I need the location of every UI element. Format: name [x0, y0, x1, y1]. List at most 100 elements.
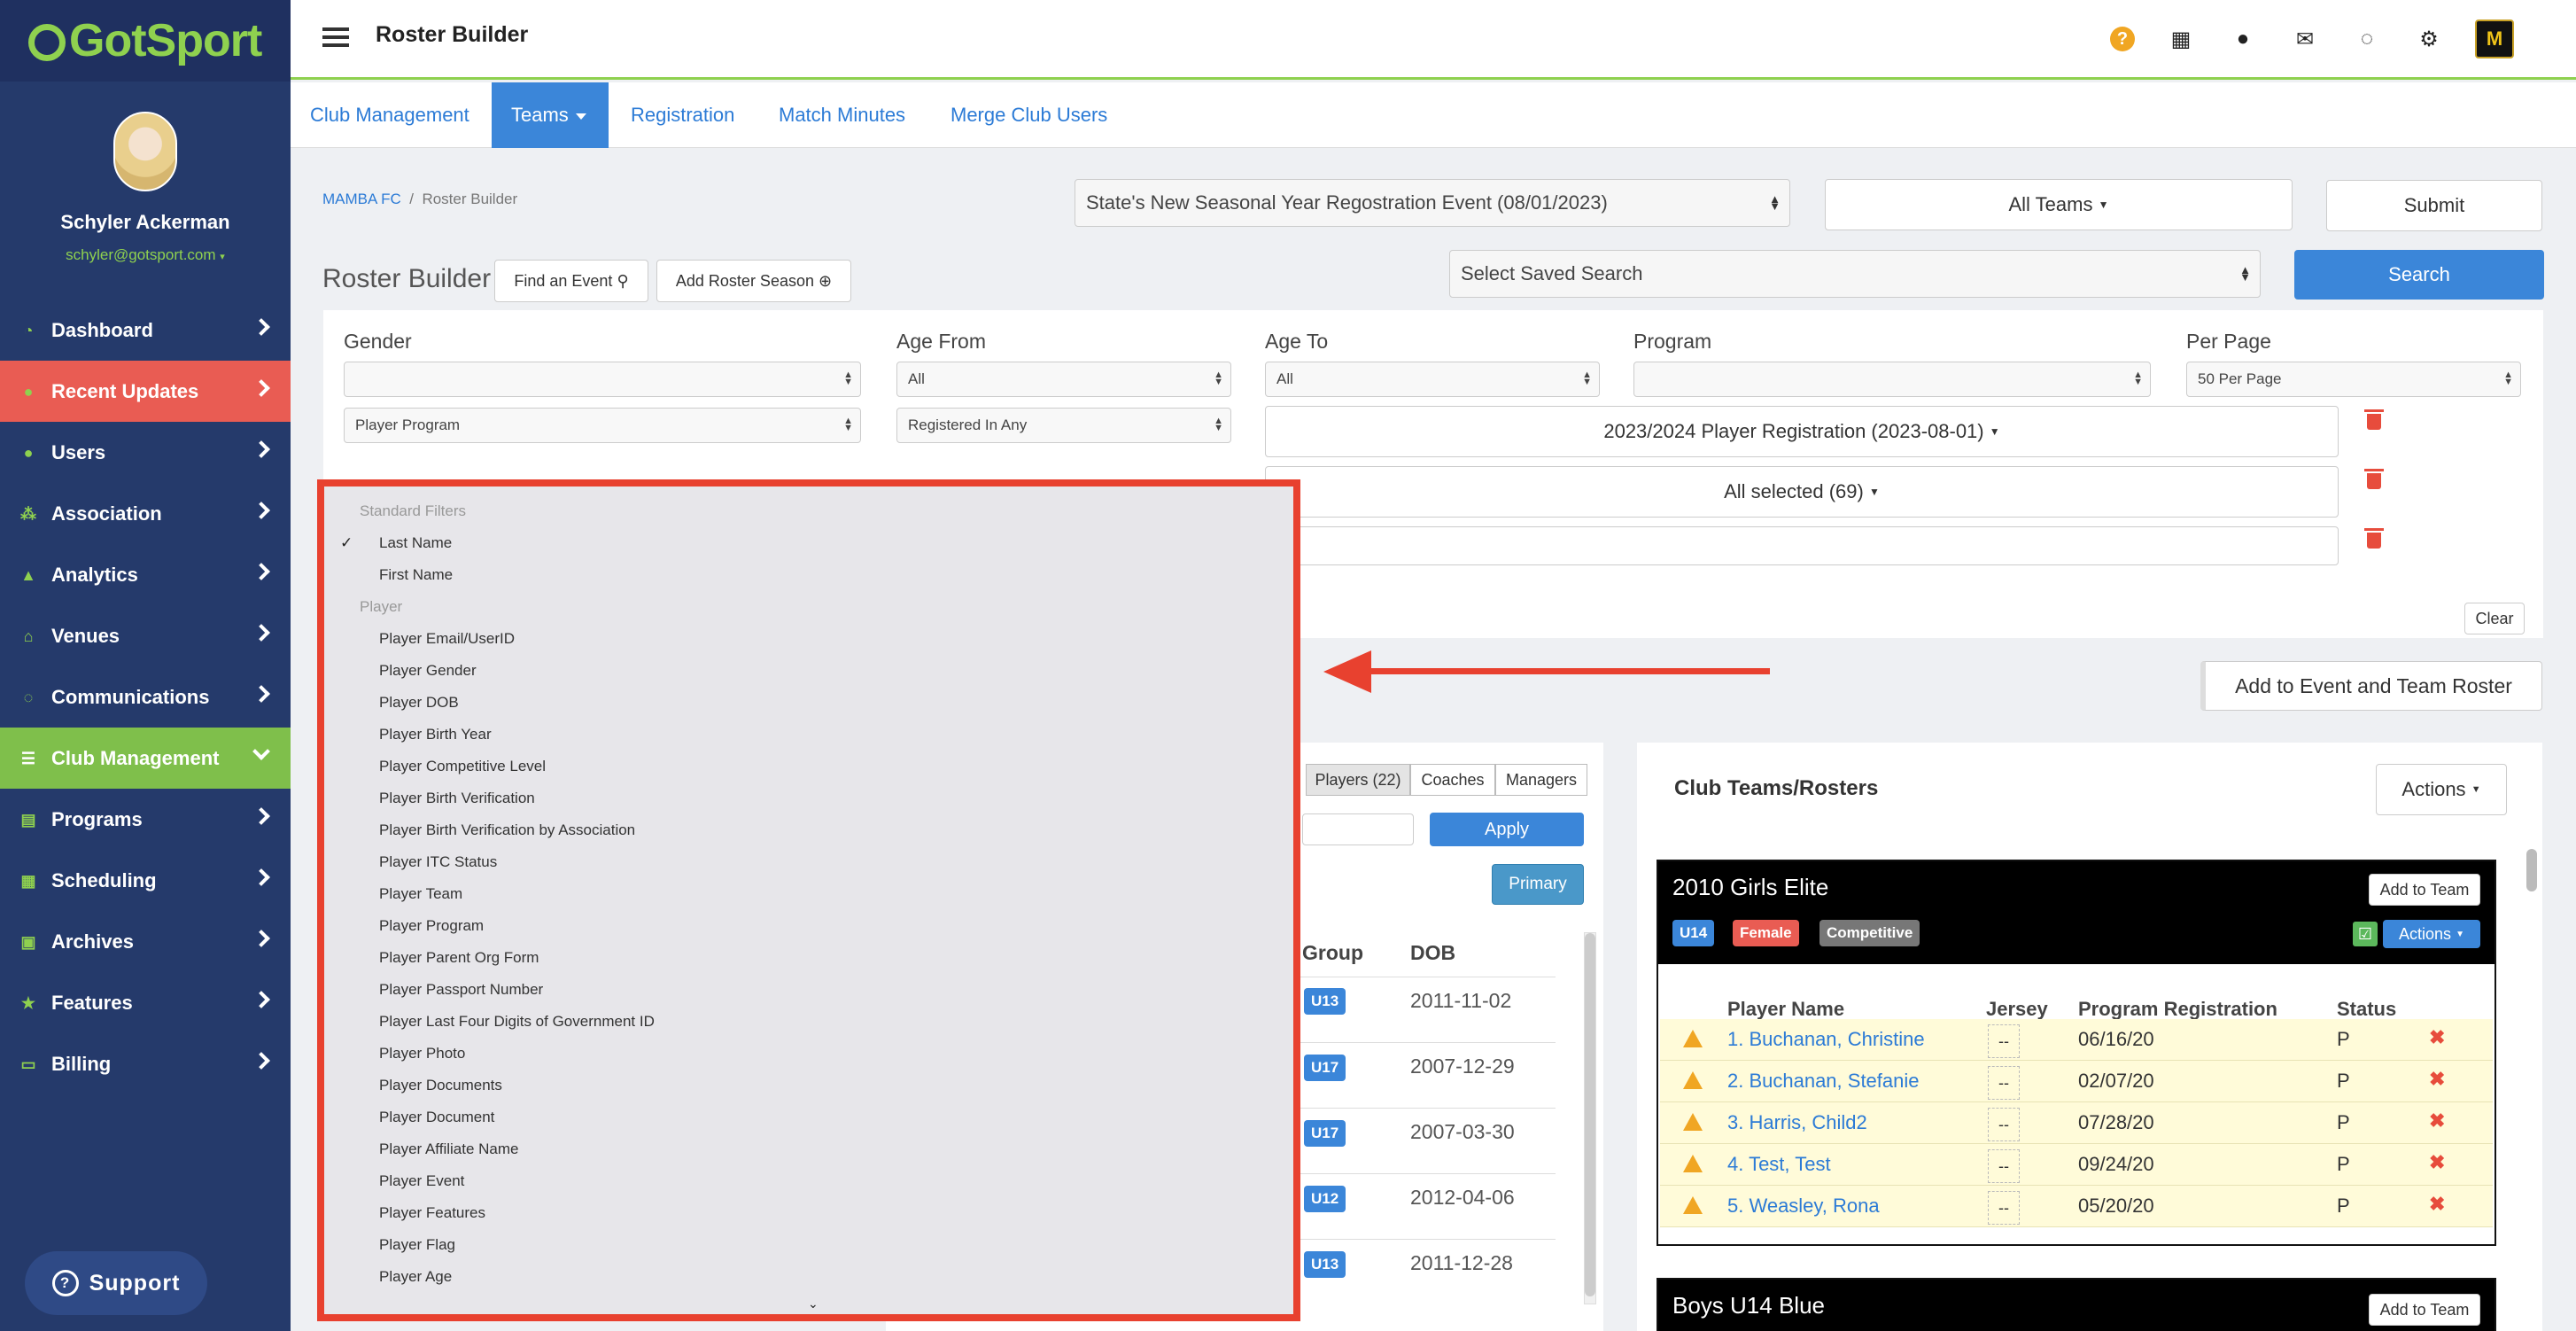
dropdown-option[interactable]: Player Birth Verification	[379, 790, 535, 807]
user-icon[interactable]: ●	[2227, 23, 2259, 55]
program-select[interactable]: ▲ ▼	[1633, 362, 2151, 397]
jersey-input[interactable]: --	[1988, 1108, 2020, 1141]
tab-players[interactable]: Players (22)	[1306, 764, 1410, 796]
qr-code-icon[interactable]: ▦	[2165, 23, 2197, 55]
dropdown-option[interactable]: Player Last Four Digits of Government ID	[379, 1013, 655, 1031]
dropdown-option[interactable]: Player Flag	[379, 1236, 455, 1254]
dropdown-option[interactable]: Player Document	[379, 1109, 494, 1126]
filter-value-dropdown-2[interactable]: All selected (69) ▼	[1265, 466, 2339, 518]
dropdown-option[interactable]: Player Documents	[379, 1077, 502, 1094]
filter-operator-select[interactable]: Registered In Any ▲ ▼	[896, 408, 1231, 443]
filter-value-dropdown[interactable]: 2023/2024 Player Registration (2023-08-0…	[1265, 406, 2339, 457]
sidebar-item-archives[interactable]: ▣ Archives	[0, 911, 291, 972]
actions-dropdown[interactable]: Actions ▼	[2376, 764, 2507, 815]
jersey-input[interactable]: --	[1988, 1149, 2020, 1183]
team-actions-dropdown[interactable]: Actions ▼	[2383, 920, 2480, 948]
jersey-input[interactable]: --	[1988, 1024, 2020, 1058]
player-name-link[interactable]: 1. Buchanan, Christine	[1727, 1028, 1925, 1051]
dropdown-option[interactable]: Player Program	[379, 917, 484, 935]
teams-scrollbar[interactable]	[2526, 849, 2537, 891]
dropdown-option[interactable]: Player ITC Status	[379, 853, 497, 871]
dropdown-option[interactable]: Player Parent Org Form	[379, 949, 539, 967]
dropdown-option[interactable]: Player Gender	[379, 662, 477, 680]
dropdown-option[interactable]: Player Affiliate Name	[379, 1140, 518, 1158]
chevron-down-icon[interactable]: ⌄	[808, 1296, 819, 1312]
remove-icon[interactable]: ✖	[2429, 1109, 2445, 1133]
filter-value-input-3[interactable]	[1265, 526, 2339, 565]
add-to-event-team-roster-button[interactable]: Add to Event and Team Roster	[2200, 661, 2542, 711]
submit-button[interactable]: Submit	[2326, 180, 2542, 231]
search-button[interactable]: Search	[2294, 250, 2544, 300]
breadcrumb-root-link[interactable]: MAMBA FC	[322, 191, 401, 207]
saved-search-select[interactable]: Select Saved Search ▲ ▼	[1449, 250, 2261, 298]
find-event-button[interactable]: Find an Event ⚲	[494, 260, 648, 302]
remove-icon[interactable]: ✖	[2429, 1026, 2445, 1049]
remove-icon[interactable]: ✖	[2429, 1151, 2445, 1174]
age-to-select[interactable]: All ▲ ▼	[1265, 362, 1600, 397]
dropdown-option[interactable]: Player Birth Verification by Association	[379, 821, 635, 839]
sidebar-item-dashboard[interactable]: ◔ Dashboard	[0, 300, 291, 361]
help-icon[interactable]: ?	[2110, 27, 2135, 51]
dropdown-option[interactable]: Player Passport Number	[379, 981, 543, 999]
sidebar-item-analytics[interactable]: ▲ Analytics	[0, 544, 291, 605]
envelope-icon[interactable]: ✉	[2289, 23, 2321, 55]
chat-icon[interactable]: ◌	[2351, 23, 2383, 55]
age-from-select[interactable]: All ▲ ▼	[896, 362, 1231, 397]
sidebar-item-club-management[interactable]: ☰ Club Management	[0, 728, 291, 789]
avatar[interactable]	[113, 112, 177, 191]
add-roster-season-button[interactable]: Add Roster Season ⊕	[656, 260, 851, 302]
dropdown-option[interactable]: Player Age	[379, 1268, 452, 1286]
trash-icon[interactable]	[2364, 409, 2384, 430]
sidebar-item-features[interactable]: ★ Features	[0, 972, 291, 1033]
dropdown-option[interactable]: Player Birth Year	[379, 726, 492, 743]
dropdown-option[interactable]: First Name	[379, 566, 453, 584]
jersey-input[interactable]: --	[1988, 1066, 2020, 1100]
club-logo[interactable]: M	[2475, 19, 2514, 58]
add-to-team-button[interactable]: Add to Team	[2369, 874, 2480, 906]
gear-icon[interactable]: ⚙	[2413, 23, 2445, 55]
sidebar-item-billing[interactable]: ▭ Billing	[0, 1033, 291, 1094]
player-name-link[interactable]: 3. Harris, Child2	[1727, 1111, 1867, 1134]
sidebar-item-users[interactable]: ● Users	[0, 422, 291, 483]
gender-select[interactable]: ▲ ▼	[344, 362, 861, 397]
tab-merge-club-users[interactable]: Merge Club Users	[931, 82, 1127, 148]
sidebar-item-recent-updates[interactable]: ● Recent Updates	[0, 361, 291, 422]
tab-teams[interactable]: Teams	[492, 82, 609, 148]
dropdown-option[interactable]: Player Email/UserID	[379, 630, 515, 648]
dropdown-option[interactable]: Player Competitive Level	[379, 758, 546, 775]
filter-field-select[interactable]: Player Program ▲ ▼	[344, 408, 861, 443]
sidebar-item-communications[interactable]: ◌ Communications	[0, 666, 291, 728]
checkbox-icon[interactable]: ☑	[2353, 922, 2378, 946]
hamburger-menu-icon[interactable]	[322, 27, 349, 47]
apply-button[interactable]: Apply	[1430, 813, 1584, 846]
sidebar-item-programs[interactable]: ▤ Programs	[0, 789, 291, 850]
add-to-team-button[interactable]: Add to Team	[2369, 1294, 2480, 1326]
dropdown-option[interactable]: Player Features	[379, 1204, 485, 1222]
player-name-link[interactable]: 5. Weasley, Rona	[1727, 1195, 1880, 1218]
remove-icon[interactable]: ✖	[2429, 1193, 2445, 1216]
dropdown-option[interactable]: Last Name	[379, 534, 452, 552]
sidebar-item-association[interactable]: ⁂ Association	[0, 483, 291, 544]
players-scrollbar[interactable]	[1584, 932, 1596, 1304]
sidebar-item-scheduling[interactable]: ▦ Scheduling	[0, 850, 291, 911]
tab-managers[interactable]: Managers	[1495, 764, 1587, 796]
dropdown-option[interactable]: Player DOB	[379, 694, 459, 712]
tab-match-minutes[interactable]: Match Minutes	[759, 82, 925, 148]
clear-button[interactable]: Clear	[2464, 603, 2525, 634]
jersey-input[interactable]: --	[1988, 1191, 2020, 1225]
gotsport-logo[interactable]: GotSport	[0, 0, 291, 82]
trash-icon[interactable]	[2364, 528, 2384, 549]
dropdown-option[interactable]: Player Event	[379, 1172, 464, 1190]
dropdown-option[interactable]: Player Team	[379, 885, 462, 903]
tab-club-management[interactable]: Club Management	[291, 82, 489, 148]
per-page-select[interactable]: 50 Per Page ▲ ▼	[2186, 362, 2521, 397]
tab-coaches[interactable]: Coaches	[1410, 764, 1495, 796]
trash-icon[interactable]	[2364, 469, 2384, 489]
primary-button[interactable]: Primary	[1492, 864, 1584, 905]
player-name-link[interactable]: 4. Test, Test	[1727, 1153, 1831, 1176]
filter-input[interactable]	[1302, 813, 1414, 845]
event-select[interactable]: State's New Seasonal Year Regostration E…	[1075, 179, 1790, 227]
player-name-link[interactable]: 2. Buchanan, Stefanie	[1727, 1070, 1920, 1093]
dropdown-option[interactable]: Player Photo	[379, 1045, 465, 1062]
sidebar-item-venues[interactable]: ⌂ Venues	[0, 605, 291, 666]
